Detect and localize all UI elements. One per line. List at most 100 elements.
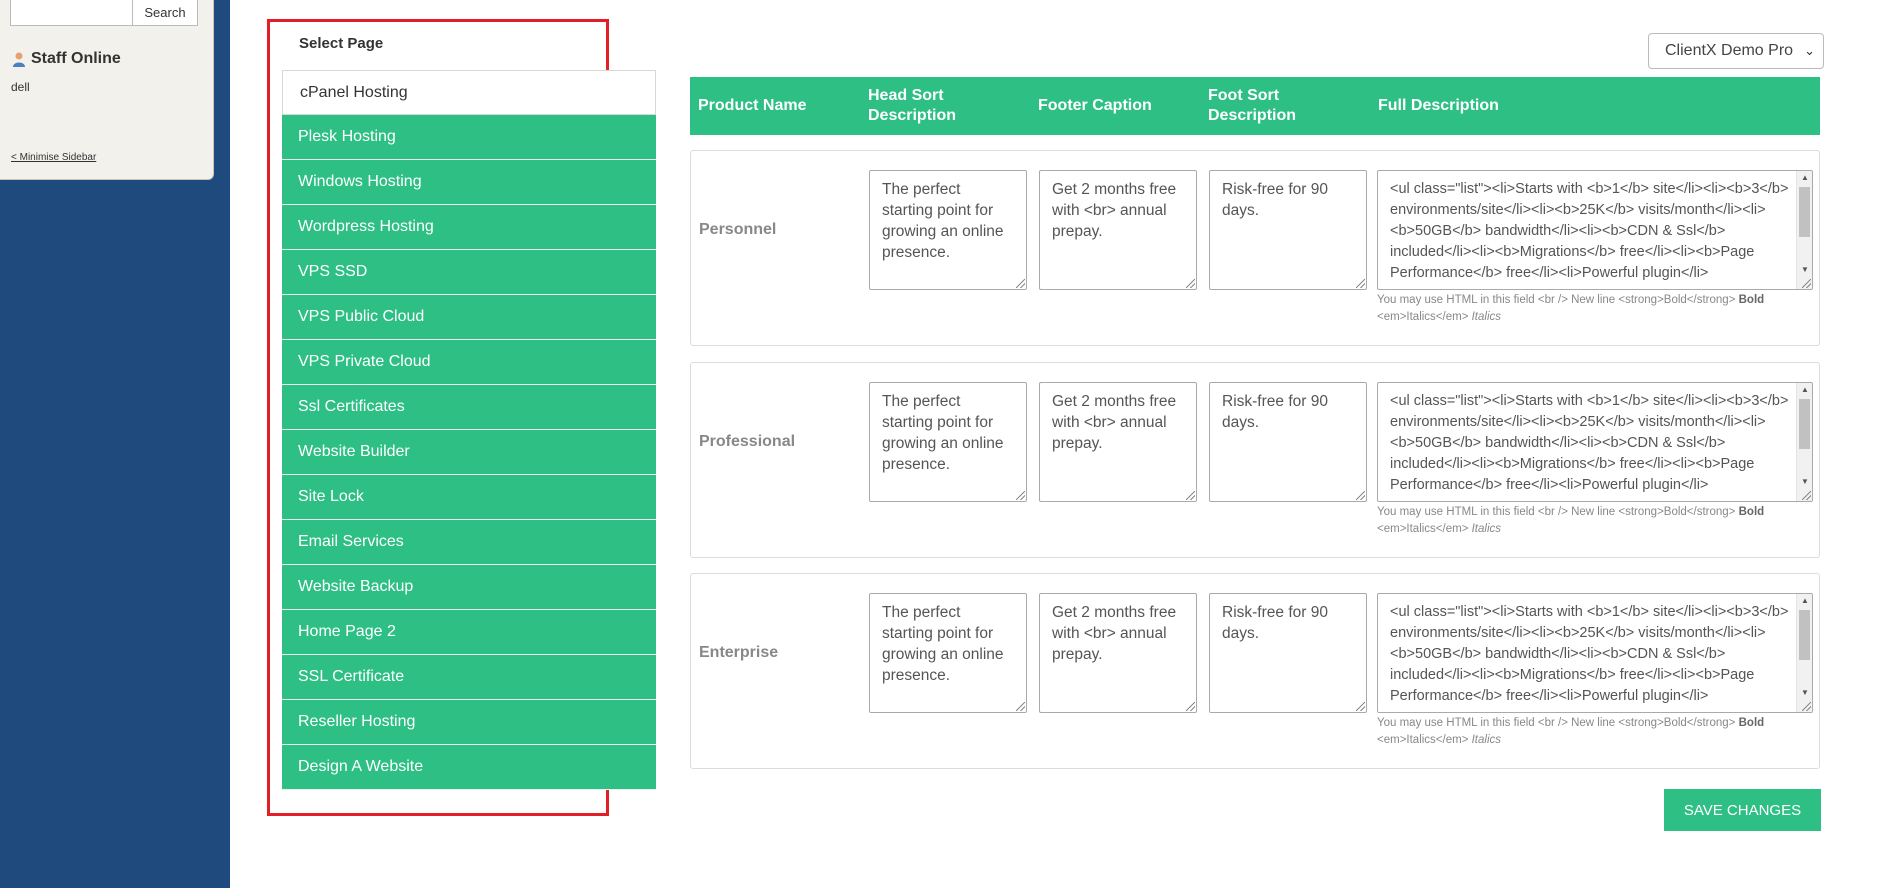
help-text-bold: Bold <box>1738 717 1765 729</box>
footer-caption-textarea[interactable]: Get 2 months free with <br> annual prepa… <box>1039 170 1197 290</box>
foot-sort-textarea[interactable]: Risk-free for 90 days. <box>1209 170 1367 290</box>
html-help-text: You may use HTML in this field <br /> Ne… <box>1377 292 1813 326</box>
help-text-middle: <em>Italics</em> <box>1377 734 1469 746</box>
footer-caption-textarea[interactable]: Get 2 months free with <br> annual prepa… <box>1039 593 1197 713</box>
help-text-bold: Bold <box>1738 294 1765 306</box>
page-item-site-lock[interactable]: Site Lock <box>282 475 656 520</box>
resize-handle-icon[interactable] <box>1016 702 1025 711</box>
full-description-text: <ul class="list"><li>Starts with <b>1</b… <box>1390 181 1789 281</box>
admin-sidebar: Search Staff Online dell < Minimise Side… <box>0 0 230 888</box>
textarea-scrollbar[interactable]: ▲ ▼ <box>1796 171 1812 289</box>
table-header: Product Name Head Sort Description Foote… <box>690 77 1820 135</box>
page-item-ssl-certificates[interactable]: Ssl Certificates <box>282 385 656 430</box>
foot-sort-text: Risk-free for 90 days. <box>1222 393 1328 431</box>
page-item-vps-private-cloud[interactable]: VPS Private Cloud <box>282 340 656 385</box>
head-sort-textarea[interactable]: The perfect starting point for growing a… <box>869 382 1027 502</box>
scroll-down-icon[interactable]: ▼ <box>1797 263 1812 277</box>
search-button[interactable]: Search <box>133 0 198 26</box>
page-item-email-services[interactable]: Email Services <box>282 520 656 565</box>
resize-handle-icon[interactable] <box>1016 279 1025 288</box>
full-description-textarea[interactable]: <ul class="list"><li>Starts with <b>1</b… <box>1377 382 1813 502</box>
sidebar-search: Search <box>10 0 198 26</box>
help-text-prefix: You may use HTML in this field <br /> Ne… <box>1377 294 1736 306</box>
resize-handle-icon[interactable] <box>1356 279 1365 288</box>
scroll-thumb[interactable] <box>1799 610 1810 660</box>
full-description-text: <ul class="list"><li>Starts with <b>1</b… <box>1390 393 1789 493</box>
page-item-ssl-certificate[interactable]: SSL Certificate <box>282 655 656 700</box>
product-name: Professional <box>699 433 796 450</box>
search-input[interactable] <box>10 0 133 26</box>
head-sort-text: The perfect starting point for growing a… <box>882 393 1004 473</box>
client-select[interactable]: ClientX Demo Pro ⌄ <box>1648 33 1824 69</box>
resize-handle-icon[interactable] <box>1016 491 1025 500</box>
staff-online-label: Staff Online <box>31 50 121 67</box>
page-item-website-builder[interactable]: Website Builder <box>282 430 656 475</box>
page-item-reseller-hosting[interactable]: Reseller Hosting <box>282 700 656 745</box>
scroll-down-icon[interactable]: ▼ <box>1797 686 1812 700</box>
resize-handle-icon[interactable] <box>1356 702 1365 711</box>
page-item-windows-hosting[interactable]: Windows Hosting <box>282 160 656 205</box>
save-changes-button[interactable]: SAVE CHANGES <box>1664 789 1821 831</box>
product-name: Enterprise <box>699 644 779 661</box>
full-description-textarea[interactable]: <ul class="list"><li>Starts with <b>1</b… <box>1377 170 1813 290</box>
page-item-home-page-2[interactable]: Home Page 2 <box>282 610 656 655</box>
footer-caption-text: Get 2 months free with <br> annual prepa… <box>1052 393 1177 452</box>
sidebar-box: Search Staff Online dell < Minimise Side… <box>0 0 214 180</box>
foot-sort-text: Risk-free for 90 days. <box>1222 181 1328 219</box>
scroll-thumb[interactable] <box>1799 187 1810 237</box>
resize-handle-icon[interactable] <box>1802 279 1811 288</box>
foot-sort-textarea[interactable]: Risk-free for 90 days. <box>1209 593 1367 713</box>
resize-handle-icon[interactable] <box>1186 491 1195 500</box>
html-help-text: You may use HTML in this field <br /> Ne… <box>1377 715 1813 749</box>
header-product-name: Product Name <box>698 97 807 114</box>
product-name: Personnel <box>699 221 777 238</box>
help-text-italic: Italics <box>1471 734 1502 746</box>
foot-sort-text: Risk-free for 90 days. <box>1222 604 1328 642</box>
page-item-cpanel-hosting[interactable]: cPanel Hosting <box>282 70 656 115</box>
resize-handle-icon[interactable] <box>1802 702 1811 711</box>
full-description-textarea[interactable]: <ul class="list"><li>Starts with <b>1</b… <box>1377 593 1813 713</box>
footer-caption-textarea[interactable]: Get 2 months free with <br> annual prepa… <box>1039 382 1197 502</box>
textarea-scrollbar[interactable]: ▲ ▼ <box>1796 594 1812 712</box>
resize-handle-icon[interactable] <box>1356 491 1365 500</box>
chevron-down-icon: ⌄ <box>1804 43 1815 58</box>
header-foot-sort-description: Foot Sort Description <box>1208 87 1297 124</box>
resize-handle-icon[interactable] <box>1186 702 1195 711</box>
help-text-italic: Italics <box>1471 523 1502 535</box>
scroll-up-icon[interactable]: ▲ <box>1797 594 1812 608</box>
product-row-enterprise: Enterprise The perfect starting point fo… <box>690 573 1820 769</box>
minimise-sidebar-link[interactable]: < Minimise Sidebar <box>11 152 96 163</box>
head-sort-textarea[interactable]: The perfect starting point for growing a… <box>869 593 1027 713</box>
head-sort-textarea[interactable]: The perfect starting point for growing a… <box>869 170 1027 290</box>
page-item-plesk-hosting[interactable]: Plesk Hosting <box>282 115 656 160</box>
product-row-professional: Professional The perfect starting point … <box>690 362 1820 558</box>
head-sort-text: The perfect starting point for growing a… <box>882 604 1004 684</box>
resize-handle-icon[interactable] <box>1186 279 1195 288</box>
head-sort-text: The perfect starting point for growing a… <box>882 181 1004 261</box>
foot-sort-textarea[interactable]: Risk-free for 90 days. <box>1209 382 1367 502</box>
page-item-vps-public-cloud[interactable]: VPS Public Cloud <box>282 295 656 340</box>
footer-caption-text: Get 2 months free with <br> annual prepa… <box>1052 181 1177 240</box>
full-description-text: <ul class="list"><li>Starts with <b>1</b… <box>1390 604 1789 704</box>
page-item-website-backup[interactable]: Website Backup <box>282 565 656 610</box>
product-row-personnel: Personnel The perfect starting point for… <box>690 150 1820 346</box>
resize-handle-icon[interactable] <box>1802 491 1811 500</box>
page-item-vps-ssd[interactable]: VPS SSD <box>282 250 656 295</box>
help-text-middle: <em>Italics</em> <box>1377 311 1469 323</box>
page-item-design-a-website[interactable]: Design A Website <box>282 745 656 790</box>
help-text-prefix: You may use HTML in this field <br /> Ne… <box>1377 506 1736 518</box>
footer-caption-text: Get 2 months free with <br> annual prepa… <box>1052 604 1177 663</box>
header-footer-caption: Footer Caption <box>1038 97 1152 114</box>
user-icon <box>13 52 25 67</box>
scroll-down-icon[interactable]: ▼ <box>1797 475 1812 489</box>
scroll-thumb[interactable] <box>1799 399 1810 449</box>
staff-online-title: Staff Online <box>11 50 121 68</box>
page-item-wordpress-hosting[interactable]: Wordpress Hosting <box>282 205 656 250</box>
client-select-value: ClientX Demo Pro <box>1665 42 1794 59</box>
header-full-description: Full Description <box>1378 97 1499 114</box>
scroll-up-icon[interactable]: ▲ <box>1797 383 1812 397</box>
textarea-scrollbar[interactable]: ▲ ▼ <box>1796 383 1812 501</box>
help-text-bold: Bold <box>1738 506 1765 518</box>
scroll-up-icon[interactable]: ▲ <box>1797 171 1812 185</box>
main-content: Select Page cPanel Hosting Plesk Hosting… <box>230 0 1903 888</box>
